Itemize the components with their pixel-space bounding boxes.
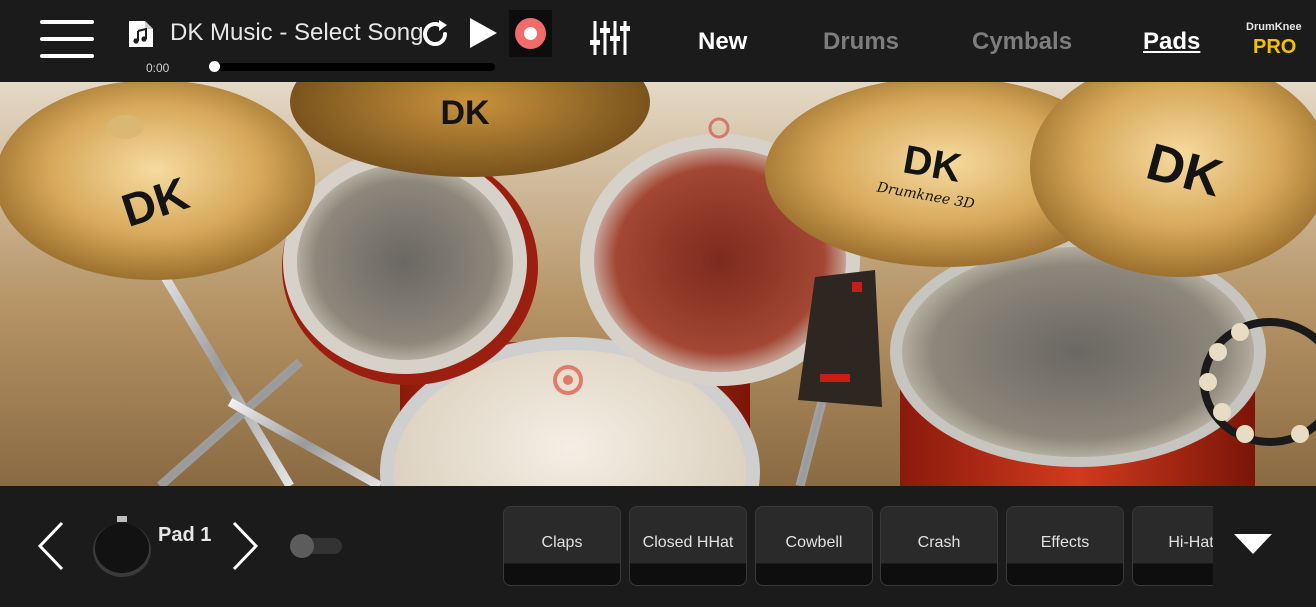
pro-badge[interactable]: PRO <box>1253 36 1296 59</box>
pad-sound-button[interactable]: Closed HHat <box>629 506 747 586</box>
cymbal-left[interactable]: DK <box>0 82 315 280</box>
chevron-right-icon[interactable] <box>230 520 260 572</box>
pad-sound-label: Closed HHat <box>642 534 734 551</box>
pad-sound-label: Crash <box>917 534 961 551</box>
hamburger-menu-icon[interactable] <box>40 20 94 58</box>
drum-kit-view[interactable]: DK DK DK Drumknee 3D DK <box>0 82 1316 486</box>
tab-new[interactable]: New <box>698 28 747 56</box>
music-file-icon[interactable] <box>125 17 157 49</box>
pad-sound-button[interactable]: Effects <box>1006 506 1124 586</box>
record-icon <box>515 18 546 49</box>
triangle-down-icon[interactable] <box>1232 532 1274 556</box>
pad-sound-button[interactable]: Crash <box>880 506 998 586</box>
progress-knob[interactable] <box>209 61 220 72</box>
song-title[interactable]: DK Music - Select Song <box>170 19 423 47</box>
mixer-sliders-icon[interactable] <box>590 18 630 58</box>
song-progress-bar[interactable] <box>210 63 495 71</box>
pad-sound-label: Effects <box>1040 534 1090 551</box>
chevron-left-icon[interactable] <box>36 520 66 572</box>
record-button[interactable] <box>509 10 552 57</box>
pad-sound-label: Claps <box>541 534 583 551</box>
pad-sound-button[interactable]: Cowbell <box>755 506 873 586</box>
bottom-bar: Pad 1 Claps Closed HHat Cowbell Crash Ef… <box>0 486 1316 607</box>
pad-sound-list[interactable]: Claps Closed HHat Cowbell Crash Effects … <box>503 506 1213 586</box>
top-bar: DK Music - Select Song 0:00 New Drums Cy… <box>0 0 1316 82</box>
repeat-icon[interactable] <box>417 16 453 52</box>
pad-sound-label: Cowbell <box>785 534 843 551</box>
time-label: 0:00 <box>146 61 170 75</box>
pad-name-label: Pad 1 <box>158 524 212 546</box>
drum-app: DK Music - Select Song 0:00 New Drums Cy… <box>0 0 1316 607</box>
tab-drums[interactable]: Drums <box>823 28 899 56</box>
pad-thumbnail[interactable] <box>92 514 152 578</box>
tab-pads[interactable]: Pads <box>1143 28 1200 56</box>
play-icon[interactable] <box>466 15 500 51</box>
tab-cymbals[interactable]: Cymbals <box>972 28 1072 56</box>
cymbal-logo: DK <box>440 94 490 132</box>
toggle-thumb <box>290 534 314 558</box>
pad-sound-label: Hi-Hat <box>1168 534 1213 551</box>
pad-sound-button[interactable]: Hi-Hat <box>1132 506 1213 586</box>
pad-toggle[interactable] <box>290 534 342 558</box>
tom-left[interactable] <box>282 149 538 385</box>
brand-label[interactable]: DrumKnee <box>1246 21 1302 33</box>
pad-sound-button[interactable]: Claps <box>503 506 621 586</box>
